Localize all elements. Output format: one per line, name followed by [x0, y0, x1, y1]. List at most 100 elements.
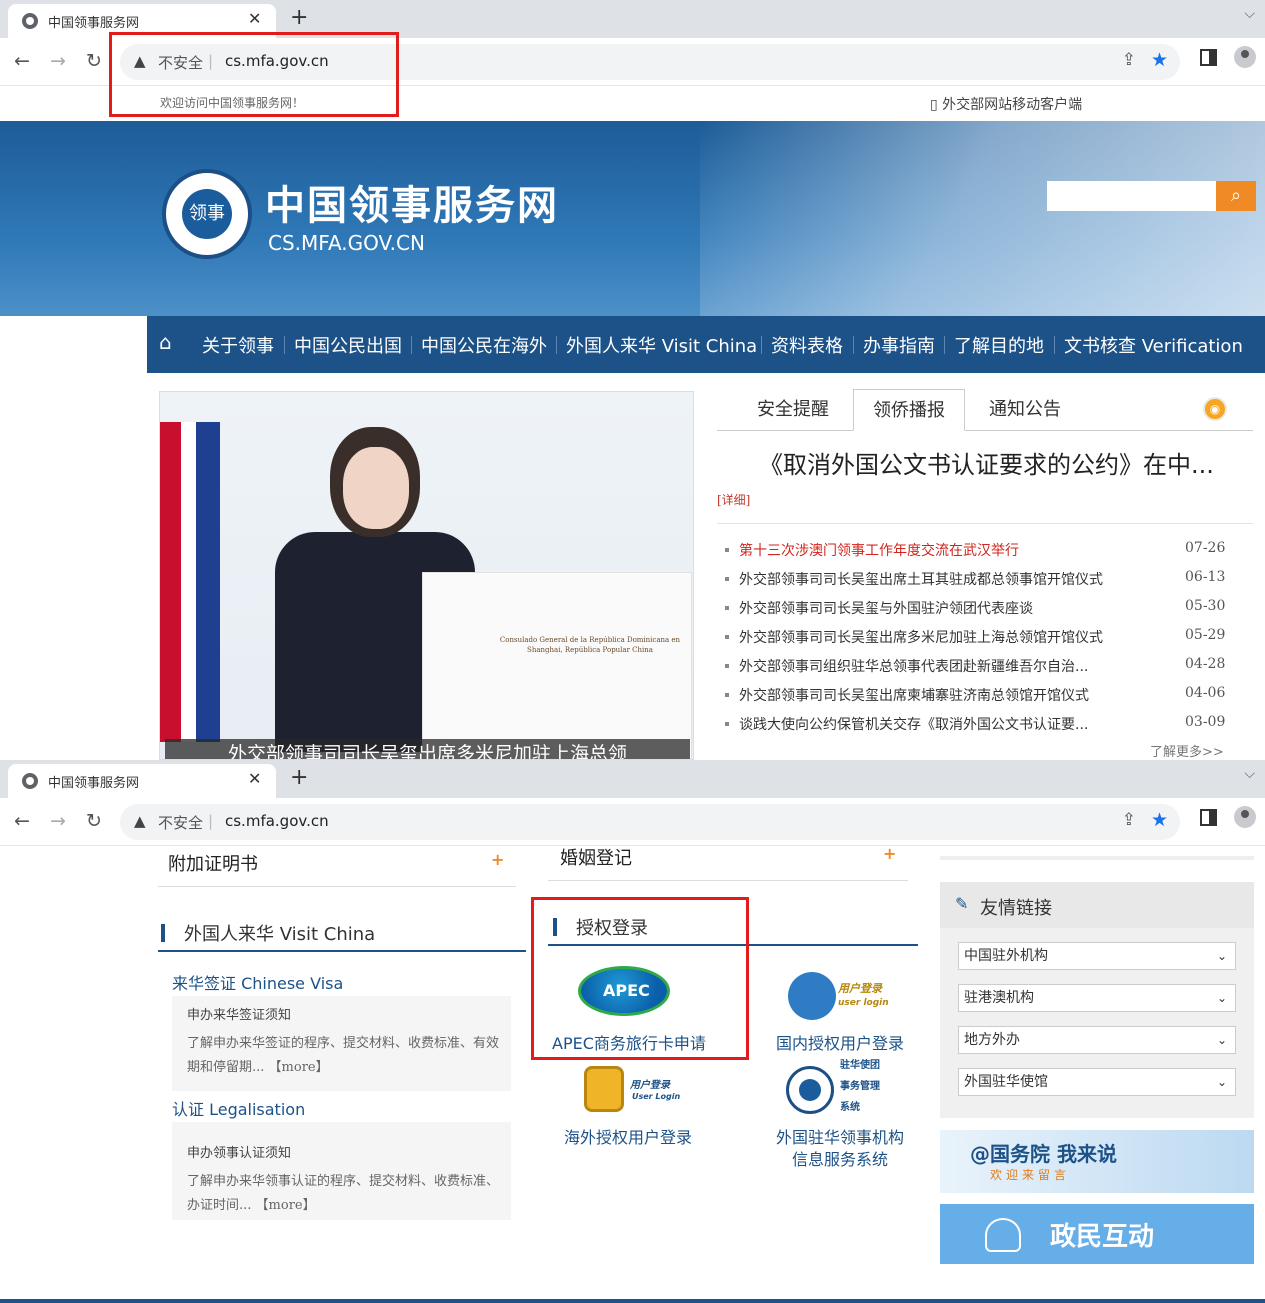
reload-icon[interactable]: ↻ — [86, 810, 102, 832]
news-item[interactable]: 外交部领事司司长吴玺与外国驻沪领团代表座谈 05-30 — [725, 598, 1255, 627]
gov-interaction-banner[interactable]: 政民互动 — [940, 1204, 1254, 1264]
chevron-down-icon[interactable]: ⌵ — [1244, 6, 1255, 22]
more-link[interactable]: 【more】 — [256, 1198, 316, 1213]
lock-icon[interactable] — [584, 1066, 624, 1112]
site-search-input[interactable] — [1047, 181, 1217, 211]
nav-divider — [944, 336, 945, 354]
headline-title[interactable]: 《取消外国公文书认证要求的公约》在中... — [759, 445, 1214, 480]
main-nav: ⌂ 关于领事 中国公民出国 中国公民在海外 外国人来华 Visit China … — [147, 316, 1265, 373]
tab-overseas-news[interactable]: 领侨播报 — [853, 389, 965, 431]
profile-avatar-icon[interactable] — [1234, 46, 1256, 68]
nav-divider — [556, 336, 557, 354]
news-item[interactable]: 谈践大使向公约保管机关交存《取消外国公文书认证要... 03-09 — [725, 714, 1255, 743]
nav-item-forms[interactable]: 资料表格 — [771, 332, 843, 358]
home-icon[interactable]: ⌂ — [159, 330, 172, 354]
chinese-visa-link[interactable]: 来华签证 Chinese Visa — [172, 970, 343, 994]
new-tab-button[interactable]: + — [290, 765, 308, 790]
news-item[interactable]: 外交部领事司司长吴玺出席柬埔寨驻济南总领馆开馆仪式 04-06 — [725, 685, 1255, 714]
foreign-icon-text-3: 系统 — [840, 1102, 860, 1113]
reload-icon[interactable]: ↻ — [86, 50, 102, 72]
forward-icon[interactable]: → — [50, 50, 66, 72]
bookmark-star-icon[interactable]: ★ — [1151, 809, 1168, 831]
news-title[interactable]: 外交部领事司司长吴玺出席多米尼加驻上海总领馆开馆仪式 — [739, 627, 1103, 647]
news-slider[interactable]: Consulado General de la República Domini… — [159, 391, 694, 760]
nav-item-guide[interactable]: 办事指南 — [863, 332, 935, 358]
mobile-client-link[interactable]: ▯ 外交部网站移动客户端 — [930, 94, 1082, 114]
browser-tab[interactable]: 中国领事服务网 ✕ — [8, 764, 276, 798]
foreign-consular-link-1[interactable]: 外国驻华领事机构 — [776, 1124, 904, 1148]
foreign-consular-link-2[interactable]: 信息服务系统 — [792, 1146, 888, 1170]
chevron-down-icon[interactable]: ⌵ — [1244, 766, 1255, 782]
visa-box-title[interactable]: 申办来华签证须知 — [187, 1004, 291, 1023]
news-title[interactable]: 谈践大使向公约保管机关交存《取消外国公文书认证要... — [739, 714, 1088, 734]
chevron-down-icon: ⌄ — [1216, 1033, 1227, 1047]
news-date: 07-26 — [1185, 540, 1226, 556]
profile-avatar-icon[interactable] — [1234, 806, 1256, 828]
select-local-fao[interactable]: 地方外办 ⌄ — [958, 1026, 1236, 1054]
bullet-icon — [725, 548, 729, 552]
news-date: 05-30 — [1185, 598, 1226, 614]
expand-plus-icon[interactable]: + — [883, 844, 896, 863]
news-item[interactable]: 外交部领事司司长吴玺出席土耳其驻成都总领事馆开馆仪式 06-13 — [725, 569, 1255, 598]
legalisation-link[interactable]: 认证 Legalisation — [172, 1096, 305, 1120]
expand-plus-icon[interactable]: + — [491, 850, 504, 869]
side-panel-icon[interactable] — [1200, 809, 1217, 826]
news-title[interactable]: 第十三次涉澳门领事工作年度交流在武汉举行 — [739, 540, 1019, 560]
state-council-banner[interactable]: @国务院 我来说 欢迎来留言 — [940, 1130, 1254, 1193]
nav-item-visit-china[interactable]: 外国人来华 Visit China — [566, 332, 757, 358]
url-text[interactable]: cs.mfa.gov.cn — [225, 812, 329, 830]
bullet-icon — [725, 664, 729, 668]
hunyin-title[interactable]: 婚姻登记 — [560, 844, 632, 870]
news-title[interactable]: 外交部领事司司长吴玺出席柬埔寨驻济南总领馆开馆仪式 — [739, 685, 1089, 705]
divider — [548, 880, 908, 881]
domestic-login-link[interactable]: 国内授权用户登录 — [776, 1030, 904, 1054]
share-icon[interactable]: ⇪ — [1122, 50, 1136, 70]
legal-box-title[interactable]: 申办领事认证须知 — [187, 1142, 291, 1161]
bookmark-star-icon[interactable]: ★ — [1151, 49, 1168, 71]
news-title[interactable]: 外交部领事司组织驻华总领事代表团赴新疆维吾尔自治... — [739, 656, 1088, 676]
tab-notices[interactable]: 通知公告 — [969, 389, 1081, 431]
news-title[interactable]: 外交部领事司司长吴玺与外国驻沪领团代表座谈 — [739, 598, 1033, 618]
user-login-cn-text: 用户登录 — [838, 982, 882, 995]
more-link[interactable]: 了解更多>> — [1150, 741, 1224, 760]
omnibox-divider: | — [208, 812, 214, 830]
close-tab-icon[interactable]: ✕ — [248, 9, 261, 28]
select-foreign-embassies[interactable]: 外国驻华使馆 ⌄ — [958, 1068, 1236, 1096]
news-item[interactable]: 外交部领事司司长吴玺出席多米尼加驻上海总领馆开馆仪式 05-29 — [725, 627, 1255, 656]
select-china-missions[interactable]: 中国驻外机构 ⌄ — [958, 942, 1236, 970]
visa-info-box: 申办来华签证须知 了解申办来华签证的程序、提交材料、收费标准、有效期和停留期..… — [172, 996, 511, 1091]
more-link[interactable]: 【more】 — [269, 1060, 329, 1075]
user-login-icon[interactable] — [788, 972, 836, 1020]
close-tab-icon[interactable]: ✕ — [248, 769, 261, 788]
nav-item-about[interactable]: 关于领事 — [202, 332, 274, 358]
section-underline — [158, 950, 526, 952]
tab-safety-alert[interactable]: 安全提醒 — [737, 389, 849, 431]
nav-item-going-abroad[interactable]: 中国公民出国 — [294, 332, 402, 358]
select-hk-macao[interactable]: 驻港澳机构 ⌄ — [958, 984, 1236, 1012]
nav-item-destinations[interactable]: 了解目的地 — [954, 332, 1044, 358]
omnibox[interactable]: ▲ 不安全 | cs.mfa.gov.cn ⇪ ★ — [120, 804, 1180, 840]
gov-interaction-text: 政民互动 — [1050, 1222, 1155, 1252]
detail-link[interactable]: [详细] — [717, 491, 750, 508]
nav-item-overseas[interactable]: 中国公民在海外 — [421, 332, 547, 358]
back-icon[interactable]: ← — [14, 50, 30, 72]
share-icon[interactable]: ⇪ — [1122, 810, 1136, 830]
forward-icon[interactable]: → — [50, 810, 66, 832]
new-tab-button[interactable]: + — [290, 5, 308, 30]
rss-icon[interactable]: ◉ — [1203, 397, 1227, 421]
slider-caption[interactable]: 外交部领事司司长吴玺出席多米尼加驻上海总领 — [165, 739, 690, 759]
consular-seal-logo[interactable]: 领事 — [162, 169, 252, 259]
news-title[interactable]: 外交部领事司司长吴玺出席土耳其驻成都总领事馆开馆仪式 — [739, 569, 1103, 589]
warning-icon[interactable]: ▲ — [134, 812, 146, 830]
fujia-title[interactable]: 附加证明书 — [168, 850, 258, 876]
consular-seal-icon[interactable] — [786, 1066, 834, 1114]
state-council-subtext: 欢迎来留言 — [990, 1168, 1071, 1182]
news-item[interactable]: 外交部领事司组织驻华总领事代表团赴新疆维吾尔自治... 04-28 — [725, 656, 1255, 685]
side-panel-icon[interactable] — [1200, 49, 1217, 66]
search-icon[interactable]: ⌕ — [1216, 181, 1256, 211]
back-icon[interactable]: ← — [14, 810, 30, 832]
site-title[interactable]: 中国领事服务网 — [265, 173, 559, 231]
news-item[interactable]: 第十三次涉澳门领事工作年度交流在武汉举行 07-26 — [725, 540, 1255, 569]
overseas-login-link[interactable]: 海外授权用户登录 — [564, 1124, 692, 1148]
nav-item-verification[interactable]: 文书核查 Verification — [1064, 332, 1243, 358]
